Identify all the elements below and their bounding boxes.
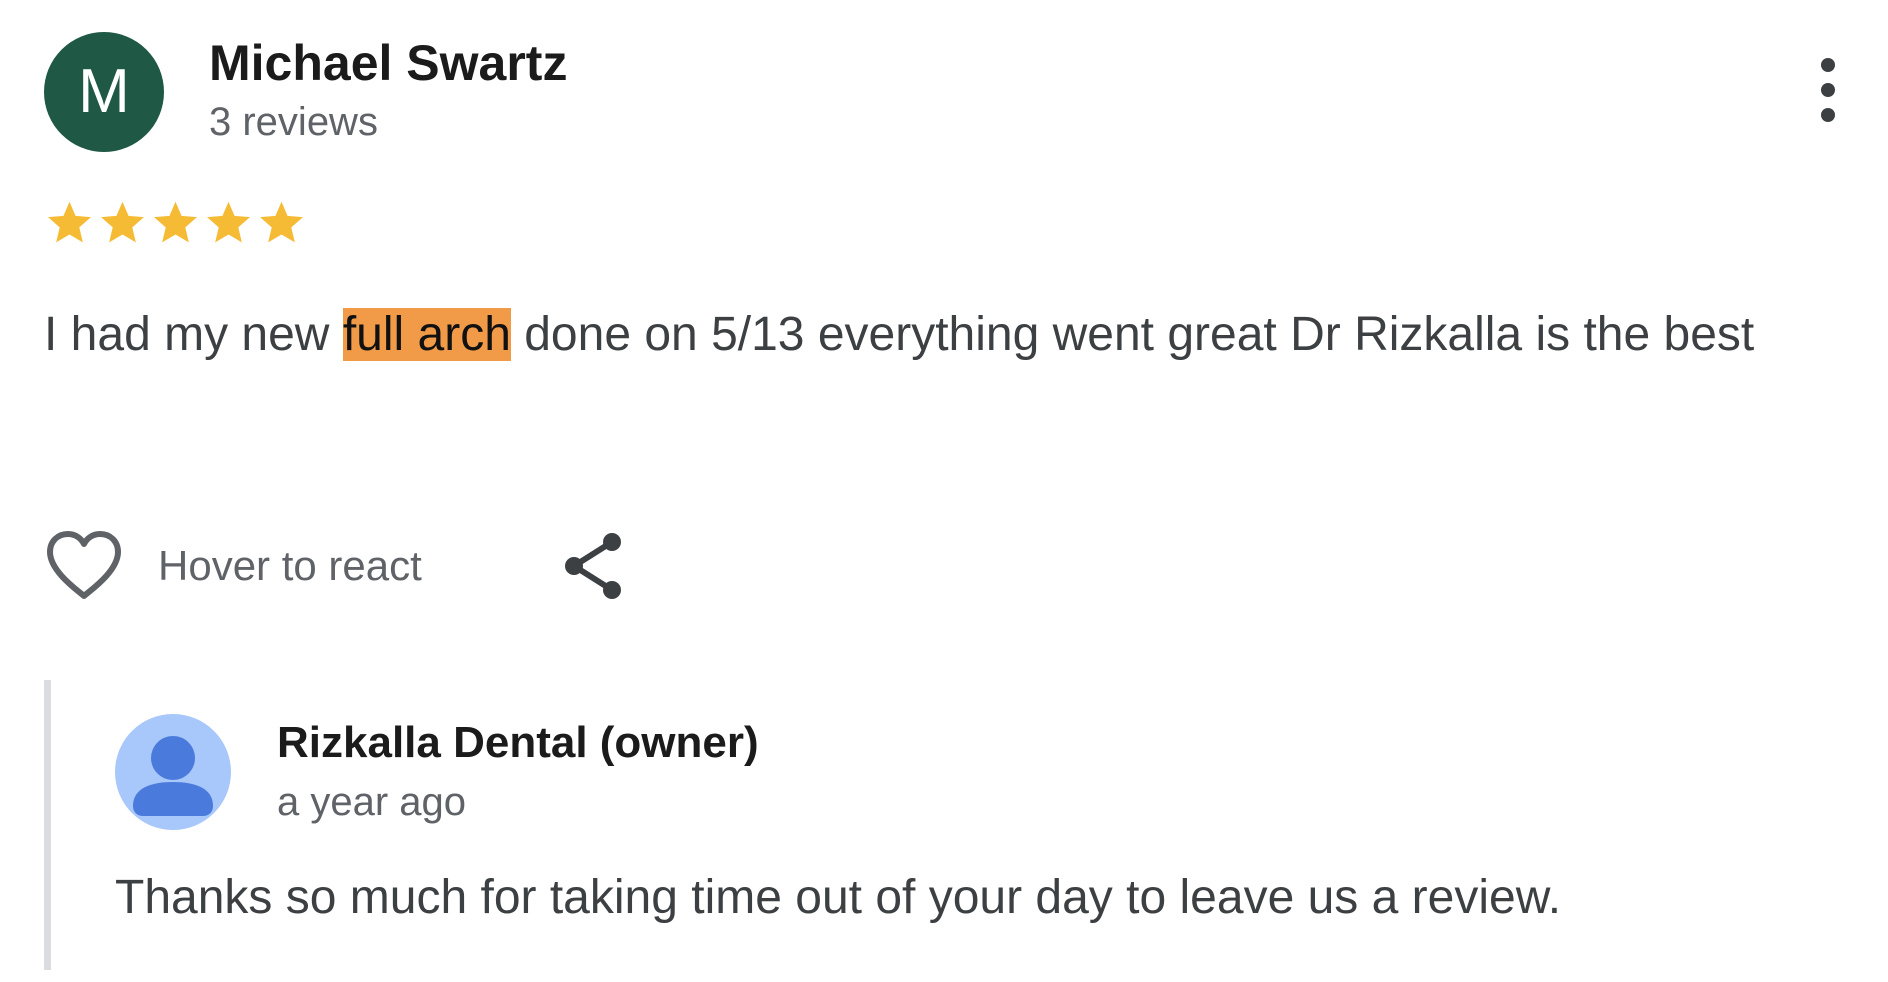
owner-avatar	[115, 714, 231, 830]
person-icon	[115, 714, 231, 830]
star-icon	[101, 201, 144, 243]
review-text-after: done on 5/13 everything went great Dr Ri…	[510, 308, 1755, 361]
owner-reply-text: Thanks so much for taking time out of yo…	[115, 871, 1562, 924]
share-button[interactable]	[554, 528, 634, 604]
like-button[interactable]	[44, 528, 124, 604]
review-card: M Michael Swartz 3 reviews I had my new …	[0, 0, 1888, 982]
review-text-before: I had my new	[44, 308, 343, 361]
hover-to-react-label[interactable]: Hover to react	[158, 542, 422, 590]
review-text-highlight: full arch	[342, 308, 511, 361]
reviewer-initial: M	[78, 57, 130, 126]
star-icon	[48, 201, 91, 243]
reviewer-name[interactable]: Michael Swartz	[209, 34, 567, 92]
reviewer-avatar[interactable]: M	[44, 32, 164, 152]
share-icon	[565, 533, 621, 599]
more-vert-icon-dot	[1821, 58, 1835, 72]
more-options-button[interactable]	[1808, 58, 1848, 128]
star-icon	[260, 201, 303, 243]
owner-name: Rizkalla Dental (owner)	[277, 718, 759, 767]
owner-reply-time: a year ago	[277, 780, 467, 824]
heart-outline-icon	[47, 531, 121, 599]
reviewer-review-count[interactable]: 3 reviews	[209, 100, 378, 145]
review-text: I had my new full arch done on 5/13 ever…	[44, 298, 1824, 372]
star-icon	[207, 201, 250, 243]
star-rating	[44, 198, 307, 248]
more-vert-icon-dot	[1821, 83, 1835, 97]
more-vert-icon-dot	[1821, 108, 1835, 122]
star-icon	[154, 201, 197, 243]
owner-reply: Rizkalla Dental (owner) a year ago Thank…	[44, 680, 1831, 970]
